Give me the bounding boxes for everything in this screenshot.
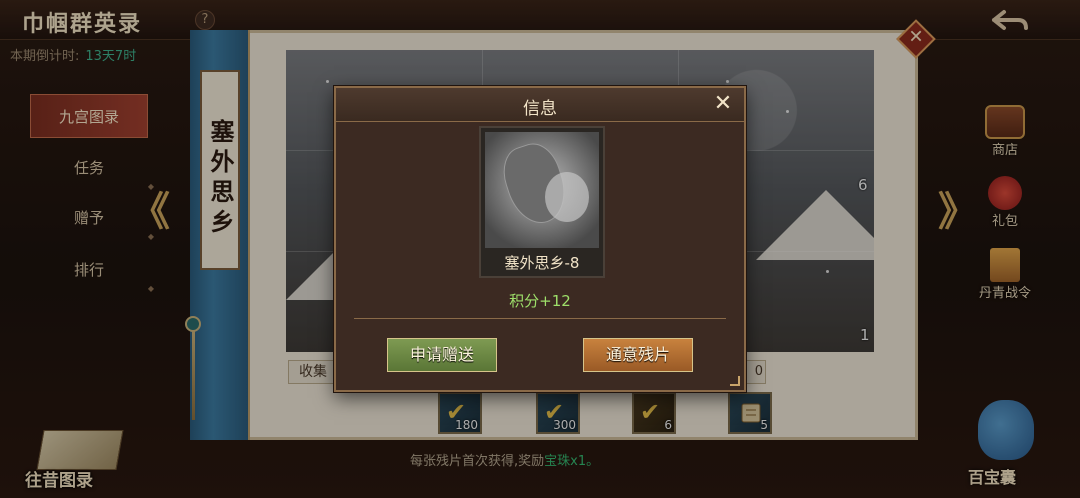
info-dialog: 信息 ✕ 塞外思乡-8 积分+12 申请赠送 通意残片 — [334, 86, 746, 392]
dialog-header: 信息 ✕ — [336, 88, 744, 122]
corner-ornament — [730, 376, 740, 386]
general-fragment-button[interactable]: 通意残片 — [583, 338, 693, 372]
fragment-image — [485, 132, 599, 248]
hand-shape — [545, 172, 589, 222]
request-gift-button[interactable]: 申请赠送 — [387, 338, 497, 372]
fragment-name: 塞外思乡-8 — [504, 254, 580, 272]
divider — [354, 318, 726, 319]
dialog-title: 信息 — [523, 99, 557, 119]
score-reward: 积分+12 — [509, 292, 571, 310]
close-icon[interactable]: ✕ — [710, 90, 736, 118]
fragment-card: 塞外思乡-8 — [479, 126, 605, 278]
